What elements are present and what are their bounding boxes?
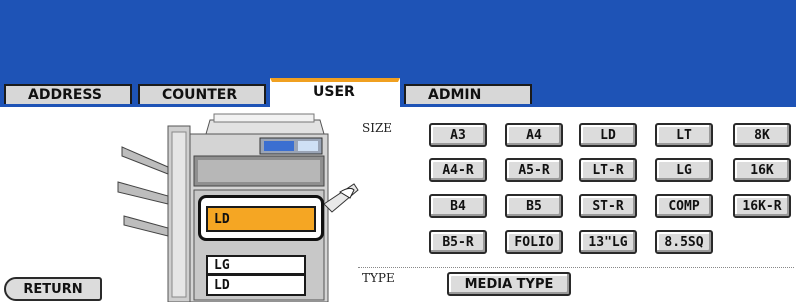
size-ltr-button[interactable]: LT-R: [579, 158, 637, 182]
size-ld-button[interactable]: LD: [579, 123, 637, 147]
section-divider: [358, 267, 794, 268]
size-a4r-button[interactable]: A4-R: [429, 158, 487, 182]
tray-ld[interactable]: LD: [206, 274, 306, 296]
size-a3-button[interactable]: A3: [429, 123, 487, 147]
size-8k-button[interactable]: 8K: [733, 123, 791, 147]
selected-tray-ld[interactable]: LD: [206, 206, 316, 232]
type-label: TYPE: [362, 271, 395, 285]
size-lg-button[interactable]: LG: [655, 158, 713, 182]
tray-lg[interactable]: LG: [206, 255, 306, 275]
media-type-button[interactable]: MEDIA TYPE: [447, 272, 571, 296]
size-comp-button[interactable]: COMP: [655, 194, 713, 218]
size-b5r-button[interactable]: B5-R: [429, 230, 487, 254]
size-lt-button[interactable]: LT: [655, 123, 713, 147]
tab-counter[interactable]: COUNTER: [138, 84, 266, 104]
size-85sq-button[interactable]: 8.5SQ: [655, 230, 713, 254]
size-label: SIZE: [362, 121, 393, 135]
size-str-button[interactable]: ST-R: [579, 194, 637, 218]
size-a5r-button[interactable]: A5-R: [505, 158, 563, 182]
header-banner: [0, 0, 796, 84]
tab-user[interactable]: USER: [270, 78, 400, 107]
size-b4-button[interactable]: B4: [429, 194, 487, 218]
return-button[interactable]: RETURN: [4, 277, 102, 301]
size-16k-button[interactable]: 16K: [733, 158, 791, 182]
size-16kr-button[interactable]: 16K-R: [733, 194, 791, 218]
size-folio-button[interactable]: FOLIO: [505, 230, 563, 254]
tab-admin[interactable]: ADMIN: [404, 84, 532, 104]
tab-address[interactable]: ADDRESS: [4, 84, 132, 104]
size-b5-button[interactable]: B5: [505, 194, 563, 218]
size-a4-button[interactable]: A4: [505, 123, 563, 147]
size-13lg-button[interactable]: 13"LG: [579, 230, 637, 254]
